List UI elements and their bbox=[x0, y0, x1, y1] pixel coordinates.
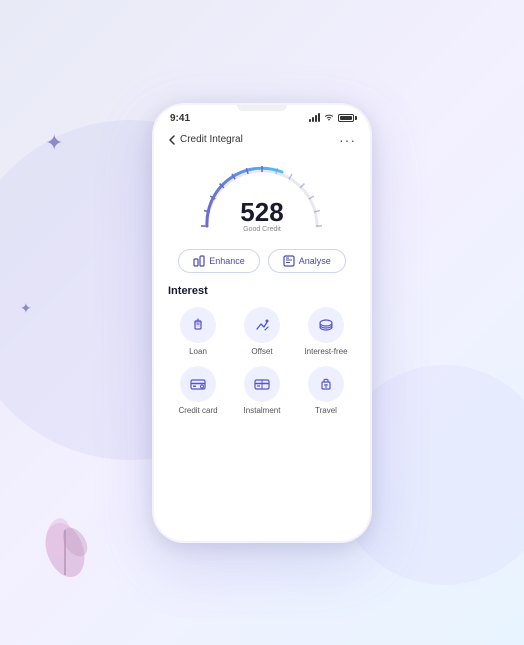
back-icon bbox=[168, 135, 176, 145]
offset-item[interactable]: Offset bbox=[232, 307, 292, 356]
interest-section: Interest Loan bbox=[154, 281, 370, 415]
instalment-icon bbox=[253, 375, 271, 393]
loan-icon bbox=[189, 316, 207, 334]
leaf-decoration bbox=[30, 500, 100, 585]
offset-icon bbox=[253, 316, 271, 334]
credit-card-icon bbox=[189, 375, 207, 393]
nav-title: Credit Integral bbox=[180, 134, 243, 145]
credit-score: 528 bbox=[240, 199, 283, 225]
analyse-button[interactable]: Analyse bbox=[268, 249, 346, 273]
enhance-icon bbox=[193, 255, 205, 267]
loan-icon-bg bbox=[180, 307, 216, 343]
nav-bar: Credit Integral ··· bbox=[154, 128, 370, 154]
signal-icon bbox=[309, 114, 320, 122]
credit-card-icon-bg bbox=[180, 366, 216, 402]
travel-icon-bg bbox=[308, 366, 344, 402]
phone-frame: 9:41 bbox=[152, 103, 372, 543]
travel-item[interactable]: Travel bbox=[296, 366, 356, 415]
sparkle-icon-2: ✦ bbox=[20, 300, 32, 317]
interest-free-icon-bg bbox=[308, 307, 344, 343]
instalment-label: Instalment bbox=[244, 406, 281, 415]
credit-label: Good Credit bbox=[240, 226, 283, 233]
more-button[interactable]: ··· bbox=[339, 132, 356, 148]
sparkle-icon-1: ✦ bbox=[45, 130, 63, 156]
analyse-icon bbox=[283, 255, 295, 267]
gauge-center-text: 528 Good Credit bbox=[240, 199, 283, 233]
credit-gauge-container: 528 Good Credit bbox=[154, 154, 370, 241]
back-button[interactable]: Credit Integral bbox=[168, 134, 243, 145]
notch bbox=[237, 105, 287, 111]
offset-label: Offset bbox=[251, 347, 272, 356]
interest-free-icon bbox=[317, 316, 335, 334]
instalment-icon-bg bbox=[244, 366, 280, 402]
instalment-item[interactable]: Instalment bbox=[232, 366, 292, 415]
status-icons bbox=[309, 113, 354, 123]
wifi-icon bbox=[324, 113, 334, 123]
enhance-button[interactable]: Enhance bbox=[178, 249, 260, 273]
gauge-wrapper: 528 Good Credit bbox=[197, 158, 327, 233]
battery-icon bbox=[338, 114, 354, 122]
credit-card-label: Credit card bbox=[178, 406, 217, 415]
travel-label: Travel bbox=[315, 406, 337, 415]
offset-icon-bg bbox=[244, 307, 280, 343]
section-title: Interest bbox=[168, 285, 356, 297]
status-time: 9:41 bbox=[170, 113, 190, 124]
loan-label: Loan bbox=[189, 347, 207, 356]
action-buttons: Enhance Analyse bbox=[154, 241, 370, 281]
interest-grid: Loan Offset bbox=[168, 307, 356, 415]
travel-icon bbox=[317, 375, 335, 393]
interest-free-label: Interest-free bbox=[304, 347, 347, 356]
credit-card-item[interactable]: Credit card bbox=[168, 366, 228, 415]
loan-item[interactable]: Loan bbox=[168, 307, 228, 356]
interest-free-item[interactable]: Interest-free bbox=[296, 307, 356, 356]
